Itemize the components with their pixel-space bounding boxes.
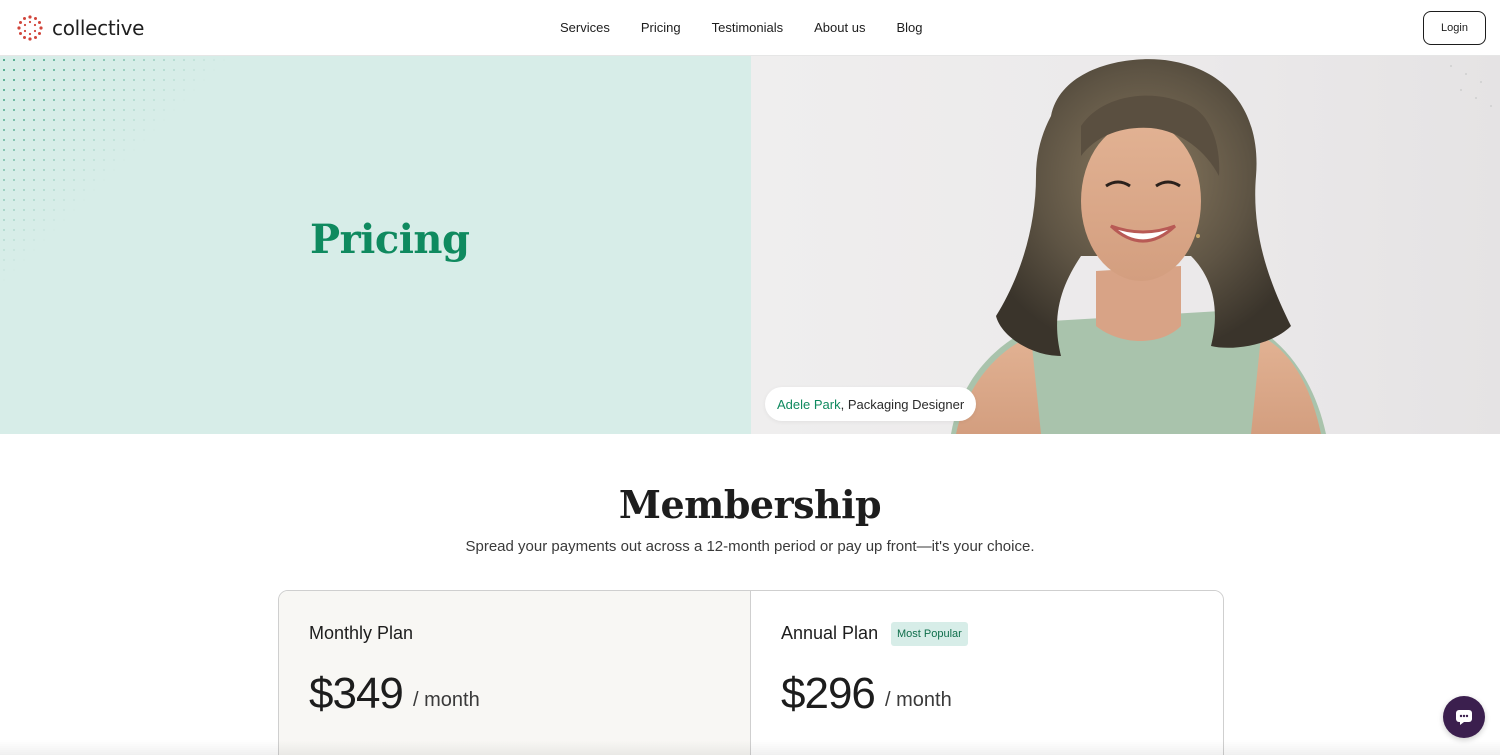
photo-caption: Adele Park , Packaging Designer (765, 387, 977, 421)
plan-period: / month (885, 689, 952, 711)
annual-plan-card[interactable]: Annual Plan Most Popular $296 / month (751, 591, 1223, 755)
page-title: Pricing (310, 216, 470, 263)
chat-launcher-button[interactable] (1443, 696, 1485, 738)
hero-section: Pricing Adele Park , Packaging Designer (0, 56, 1500, 434)
nav-services[interactable]: Services (560, 18, 610, 38)
main-nav: Services Pricing Testimonials About us B… (560, 18, 954, 38)
membership-subtitle: Spread your payments out across a 12-mon… (465, 538, 1035, 555)
plan-price: $349 (309, 669, 404, 718)
nav-about-us[interactable]: About us (814, 18, 865, 38)
portrait-photo (951, 59, 1492, 434)
plans-container: Monthly Plan $349 / month Annual Plan Mo… (278, 590, 1224, 755)
login-button[interactable]: Login (1423, 11, 1486, 45)
brand-logo-link[interactable]: collective (16, 12, 144, 44)
plan-name: Monthly Plan (309, 623, 414, 643)
nav-pricing[interactable]: Pricing (641, 18, 681, 38)
plan-period: / month (413, 689, 480, 711)
nav-blog[interactable]: Blog (896, 18, 922, 38)
chat-bubble-icon (1456, 710, 1472, 725)
brand-name: collective (52, 16, 145, 40)
dot-pattern-decoration (3, 59, 215, 271)
caption-person-name: Adele Park (777, 396, 841, 412)
plan-name: Annual Plan (781, 623, 879, 643)
collective-logo-icon (17, 15, 43, 41)
membership-title: Membership (618, 482, 882, 527)
hero-photo-panel (751, 56, 1500, 434)
site-header: collective Services Pricing Testimonials… (0, 0, 1500, 56)
most-popular-badge: Most Popular (891, 622, 968, 646)
plan-price: $296 (781, 669, 876, 718)
caption-person-role: , Packaging Designer (840, 396, 965, 412)
monthly-plan-card[interactable]: Monthly Plan $349 / month (279, 591, 751, 755)
hero-title-panel: Pricing (0, 56, 751, 434)
nav-testimonials[interactable]: Testimonials (712, 18, 784, 38)
